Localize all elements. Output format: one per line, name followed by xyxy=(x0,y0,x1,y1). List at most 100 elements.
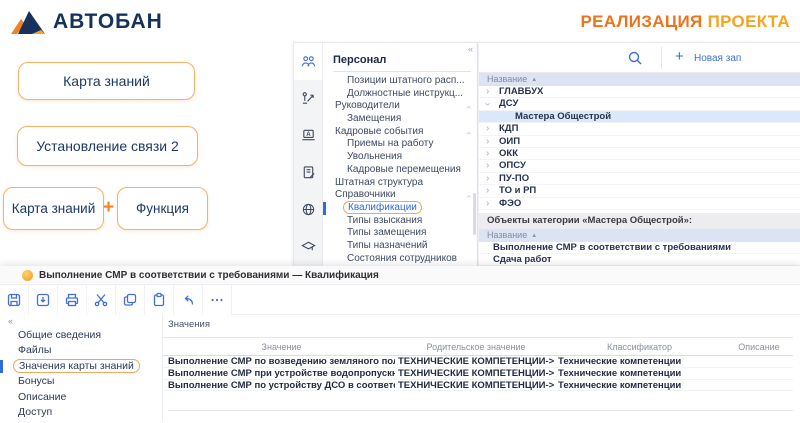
tree-row[interactable]: › ТО и РП xyxy=(479,185,800,197)
chevron-up-icon[interactable]: › xyxy=(462,132,475,135)
tree-row[interactable]: › ОПСУ xyxy=(479,160,800,172)
panel-title: Персонал xyxy=(323,49,477,71)
menu-item[interactable]: Кадровые события › xyxy=(323,126,477,139)
new-record-button[interactable]: Новая зап xyxy=(694,53,741,64)
table-row[interactable]: Выполнение СМР при устройстве водопропус… xyxy=(163,368,793,380)
rail-item-personnel[interactable] xyxy=(294,43,322,80)
table-row[interactable]: Выполнение СМР по возведению земляного п… xyxy=(163,356,793,368)
sort-asc-icon: ▲ xyxy=(531,77,537,83)
expand-arrow-icon[interactable]: › xyxy=(486,198,489,210)
sidebar-item[interactable]: Доступ xyxy=(0,405,162,420)
menu-item[interactable]: Квалификации › xyxy=(323,202,477,215)
tree-row[interactable]: › ФЭО xyxy=(479,198,800,210)
menu-item-label: Справочники xyxy=(335,189,396,200)
slide-canvas: АВТОБАН РЕАЛИЗАЦИЯ ПРОЕКТА Карта знаний … xyxy=(0,0,800,423)
tree-row[interactable]: › ГЛАВБУХ xyxy=(479,86,800,98)
menu-item[interactable]: Типы взыскания › xyxy=(323,215,477,228)
menu-item[interactable]: Кадровые перемещения › xyxy=(323,164,477,177)
menu-item[interactable]: Штатная структура › xyxy=(323,177,477,190)
menu-item[interactable]: Руководители › xyxy=(323,100,477,113)
sidebar-item[interactable]: Файлы xyxy=(0,343,162,358)
object-row[interactable]: Сдача работ xyxy=(479,254,800,266)
col-header-description[interactable]: Описание xyxy=(725,342,793,352)
paste-button[interactable] xyxy=(145,285,174,315)
col-header-classifier[interactable]: Классификатор xyxy=(558,342,721,352)
expand-arrow-icon[interactable]: › xyxy=(486,136,489,148)
tree-row[interactable]: › Мастера Общестрой xyxy=(479,111,800,123)
print-button[interactable] xyxy=(58,285,87,315)
tree-row[interactable]: › ОИП xyxy=(479,136,800,148)
menu-item[interactable]: Позиции штатного расп... › xyxy=(323,75,477,88)
sidebar-item-label: Бонусы xyxy=(18,375,54,387)
cell-classifier: Технические компетенции xyxy=(558,380,721,392)
sidebar-item[interactable]: Описание xyxy=(0,390,162,405)
page-title-word2: ПРОЕКТА xyxy=(708,12,790,31)
scrollbar[interactable] xyxy=(473,193,476,235)
col-header-value[interactable]: Значение xyxy=(168,342,395,352)
search-icon xyxy=(627,50,643,66)
column-header-name[interactable]: Название▲ xyxy=(479,73,800,86)
more-button[interactable] xyxy=(203,285,232,315)
rail-item-training[interactable]: A xyxy=(294,117,322,154)
column-header-name-objects[interactable]: Название▲ xyxy=(479,229,800,242)
menu-item[interactable]: Приемы на работу › xyxy=(323,138,477,151)
expand-arrow-icon[interactable]: › xyxy=(480,103,492,106)
menu-item[interactable]: Замещения › xyxy=(323,113,477,126)
undo-icon xyxy=(180,292,196,308)
tree-row[interactable]: › ОКК xyxy=(479,148,800,160)
menu-item[interactable]: Типы назначений › xyxy=(323,240,477,253)
paste-icon xyxy=(151,292,167,308)
rail-item-education[interactable] xyxy=(294,228,322,265)
cell-value: Выполнение СМР по устройству ДСО в соотв… xyxy=(168,380,395,392)
plus-icon[interactable]: + xyxy=(675,48,684,65)
menu-item-label: Кадровые перемещения xyxy=(347,164,461,175)
tree-row[interactable]: › КДП xyxy=(479,123,800,135)
save-close-button[interactable] xyxy=(29,285,58,315)
col-header-parent[interactable]: Родительское значение xyxy=(398,342,554,352)
table-row[interactable]: Выполнение СМР по устройству ДСО в соотв… xyxy=(163,380,793,392)
rail-item-journal[interactable] xyxy=(294,154,322,191)
search-button[interactable] xyxy=(627,50,643,66)
flow-box-knowledge-map: Карта знаний xyxy=(18,62,195,100)
sidebar-item[interactable]: Бонусы xyxy=(0,374,162,389)
tree-row-label: ПУ-ПО xyxy=(479,173,800,185)
sidebar-item[interactable]: Общие сведения xyxy=(0,328,162,343)
qualifications-panel: + Новая зап Название▲ › ГЛАВБУХ › ДСУ › … xyxy=(478,42,800,268)
sidebar-item[interactable]: Значения карты знаний xyxy=(0,359,162,374)
laptop-icon: A xyxy=(301,128,316,143)
personnel-panel: A « Персонал xyxy=(293,42,478,268)
values-section-label: Значения xyxy=(168,319,210,330)
expand-arrow-icon[interactable]: › xyxy=(486,185,489,197)
expand-arrow-icon[interactable]: › xyxy=(486,123,489,135)
save-button[interactable] xyxy=(0,285,29,315)
menu-item-label: Состояния сотрудников xyxy=(347,253,457,264)
rail-item-career[interactable] xyxy=(294,80,322,117)
rail-item-web[interactable] xyxy=(294,191,322,228)
expand-arrow-icon[interactable]: › xyxy=(486,86,489,98)
values-table-body: Выполнение СМР по возведению земляного п… xyxy=(163,356,793,391)
window-title: Выполнение СМР в соответствии с требован… xyxy=(39,270,379,281)
menu-item[interactable]: Типы замещения › xyxy=(323,227,477,240)
menu-item[interactable]: Состояния сотрудников › xyxy=(323,253,477,266)
menu-item-label: Штатная структура xyxy=(335,177,423,188)
undo-button[interactable] xyxy=(174,285,203,315)
collapse-panel-icon[interactable]: « xyxy=(468,44,473,54)
tree-row[interactable]: › ДСУ xyxy=(479,98,800,110)
menu-item-label: Приемы на работу xyxy=(347,138,433,149)
object-row[interactable]: Выполнение СМР в соответствии с требован… xyxy=(479,242,800,254)
menu-item[interactable]: Увольнения › xyxy=(323,151,477,164)
menu-item[interactable]: Должностные инструкц... › xyxy=(323,88,477,101)
expand-arrow-icon[interactable]: › xyxy=(486,160,489,172)
menu-item-label: Типы замещения xyxy=(347,227,426,238)
tree-row[interactable]: › ПУ-ПО xyxy=(479,173,800,185)
chevron-up-icon[interactable]: › xyxy=(462,106,475,109)
page-title-word1: РЕАЛИЗАЦИЯ xyxy=(580,12,702,31)
expand-arrow-icon[interactable]: › xyxy=(486,173,489,185)
cell-classifier: Технические компетенции xyxy=(558,368,721,380)
autoban-logo-icon xyxy=(10,7,46,36)
cut-button[interactable] xyxy=(87,285,116,315)
copy-button[interactable] xyxy=(116,285,145,315)
menu-item[interactable]: Справочники › xyxy=(323,189,477,202)
collapse-sidebar-icon[interactable]: « xyxy=(8,316,13,326)
expand-arrow-icon[interactable]: › xyxy=(486,148,489,160)
